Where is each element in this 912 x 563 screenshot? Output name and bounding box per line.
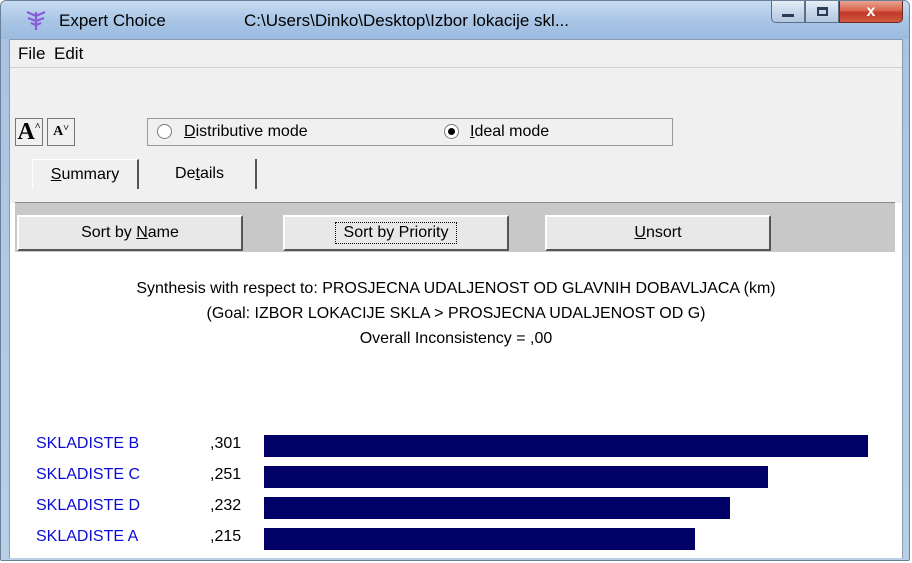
distributive-mode-label[interactable]: Distributive mode (184, 123, 308, 141)
decrease-font-button[interactable]: A ˅ (47, 118, 75, 146)
window-file-path: C:\Users\Dinko\Desktop\Izbor lokacije sk… (244, 11, 569, 30)
alternative-name: SKLADISTE C (36, 466, 141, 483)
unsort-button[interactable]: Unsort (545, 215, 771, 251)
title-bar[interactable]: Expert Choice C:\Users\Dinko\Desktop\Izb… (1, 1, 909, 39)
priority-bar (264, 466, 768, 488)
priority-value: ,251 (210, 466, 242, 483)
alternative-name: SKLADISTE B (36, 435, 140, 452)
alternative-name: SKLADISTE D (36, 497, 141, 514)
sort-by-priority-label: Sort by Priority (334, 222, 458, 244)
tab-details-label: Details (175, 165, 224, 182)
ideal-mode-radio[interactable] (444, 124, 459, 139)
tab-summary[interactable]: Summary (32, 159, 139, 189)
maximize-icon (806, 1, 838, 22)
priority-row: SKLADISTE B ,301 (10, 433, 902, 459)
sort-button-bar: Sort by Name Sort by Priority Unsort (15, 202, 895, 252)
unsort-label: Unsort (634, 224, 682, 241)
tab-details[interactable]: Details (144, 159, 257, 189)
priority-value: ,215 (210, 528, 242, 545)
menu-file[interactable]: File (18, 44, 45, 64)
priority-value: ,301 (210, 435, 242, 452)
distributive-mode-radio[interactable] (157, 124, 172, 139)
sort-by-name-label: Sort by Name (81, 224, 179, 241)
expert-choice-app-icon (26, 10, 46, 30)
window-title: Expert Choice (59, 11, 166, 30)
client-area: File Edit A ˄ A ˅ Distributive mode Ideal … (9, 39, 903, 558)
menu-edit[interactable]: Edit (54, 44, 83, 64)
overall-inconsistency: Overall Inconsistency = ,00 (359, 330, 553, 347)
increase-font-button[interactable]: A ˄ (15, 118, 43, 146)
font-increase-icon: A (17, 118, 35, 145)
close-icon: x (866, 2, 876, 20)
maximize-button[interactable] (805, 1, 839, 23)
caption-buttons: x (771, 1, 903, 25)
priority-row: SKLADISTE D ,232 (10, 495, 902, 521)
ideal-mode-label[interactable]: Ideal mode (470, 123, 549, 141)
summary-panel: Synthesis with respect to: PROSJECNA UDA… (10, 203, 902, 558)
minimize-icon (772, 1, 804, 22)
synthesis-title: Synthesis with respect to: PROSJECNA UDA… (136, 280, 776, 297)
font-decrease-icon: A (53, 124, 64, 139)
priority-bar (264, 528, 695, 550)
priority-bar (264, 435, 868, 457)
sort-by-name-button[interactable]: Sort by Name (17, 215, 243, 251)
tab-summary-label: Summary (50, 165, 120, 183)
synthesis-goal: (Goal: IZBOR LOKACIJE SKLA > PROSJECNA U… (206, 305, 706, 322)
priority-row: SKLADISTE C ,251 (10, 464, 902, 490)
app-window: Expert Choice C:\Users\Dinko\Desktop\Izb… (0, 0, 910, 561)
close-button[interactable]: x (839, 1, 903, 23)
priority-row: SKLADISTE A ,215 (10, 526, 902, 552)
sort-by-priority-button[interactable]: Sort by Priority (283, 215, 509, 251)
menu-bar: File Edit (10, 40, 902, 68)
priority-value: ,232 (210, 497, 242, 514)
priority-bar (264, 497, 730, 519)
alternative-name: SKLADISTE A (36, 528, 139, 545)
minimize-button[interactable] (771, 1, 805, 23)
mode-selector: Distributive mode Ideal mode (147, 118, 673, 146)
